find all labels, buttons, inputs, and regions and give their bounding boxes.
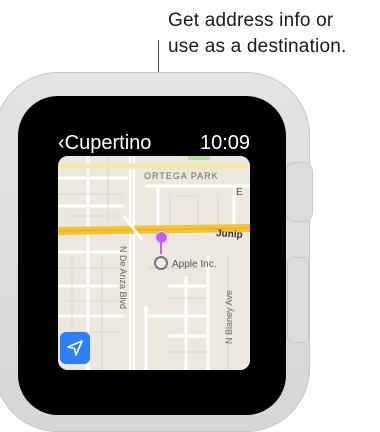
map-label-ortega-park: ORTEGA PARK xyxy=(144,171,219,181)
location-arrow-icon xyxy=(67,340,83,356)
map-label-street-e: E xyxy=(236,187,243,198)
callout-text: Get address info or use as a destination… xyxy=(168,8,378,60)
callout-line-1: Get address info or xyxy=(168,10,334,31)
map-view[interactable]: ORTEGA PARK E Junip Apple Inc. N De Anza… xyxy=(58,156,250,370)
digital-crown[interactable] xyxy=(285,162,313,222)
map-label-juniper: Junip xyxy=(215,228,244,241)
chevron-left-icon: ‹ xyxy=(58,132,65,154)
callout-line-2: use as a destination. xyxy=(168,36,347,57)
map-label-apple-inc[interactable]: Apple Inc. xyxy=(172,259,216,270)
map-label-blaney-ave: N Blaney Ave xyxy=(224,290,234,344)
back-button[interactable]: ‹Cupertino xyxy=(58,131,151,155)
dropped-pin-stem xyxy=(160,242,162,254)
current-location-button[interactable] xyxy=(60,332,90,364)
clock-time: 10:09 xyxy=(200,132,251,154)
poi-marker-icon[interactable] xyxy=(154,256,168,270)
back-label: Cupertino xyxy=(64,132,152,154)
map-label-de-anza-blvd: N De Anza Blvd xyxy=(118,246,128,310)
side-button[interactable] xyxy=(287,257,309,343)
